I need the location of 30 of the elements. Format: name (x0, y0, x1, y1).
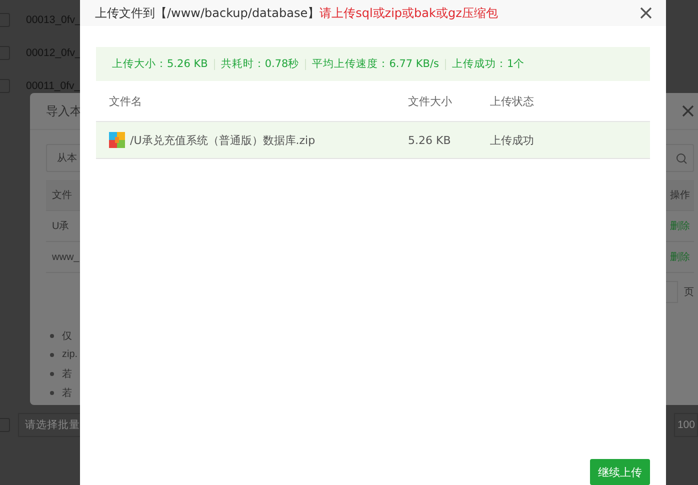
bullet-icon (50, 390, 54, 394)
column-header: 上传状态 (490, 94, 535, 108)
column-header: 文件名 (109, 94, 143, 108)
column-header: 文件 (52, 188, 72, 202)
summary-stat: 共耗时：0.78秒 (220, 57, 300, 71)
bullet-icon (50, 334, 54, 338)
column-header: 文件大小 (408, 94, 453, 108)
close-icon[interactable] (682, 105, 694, 117)
file-name: U承 (52, 220, 70, 233)
note-text: 若 (62, 368, 72, 380)
page-label: 页 (684, 286, 694, 299)
dialog-title: 上传文件到【/www/backup/database】请上传sql或zip或bak或gz压缩包 (95, 4, 498, 22)
bullet-icon (50, 352, 54, 356)
archive-file-icon (109, 132, 125, 148)
column-header: 操作 (670, 189, 690, 202)
close-icon[interactable] (640, 7, 652, 19)
file-name: /U承兑充值系统（普通版）数据库.zip (130, 132, 316, 148)
bullet-icon (50, 372, 54, 376)
page-size-select[interactable]: 100 (674, 413, 698, 437)
note-text: zip. (62, 349, 78, 360)
upload-status: 上传成功 (490, 132, 535, 148)
search-icon[interactable] (676, 152, 687, 164)
file-size: 5.26 KB (408, 134, 452, 146)
file-name: www_ (52, 252, 80, 262)
summary-stat: 平均上传速度：6.77 KB/s (312, 57, 440, 71)
summary-stat: 上传大小：5.26 KB (112, 57, 208, 71)
note-text: 若 (62, 386, 72, 400)
summary-stat: 上传成功：1个 (452, 57, 525, 71)
note-text: 仅 (62, 330, 72, 342)
continue-upload-button[interactable]: 继续上传 (590, 459, 650, 485)
